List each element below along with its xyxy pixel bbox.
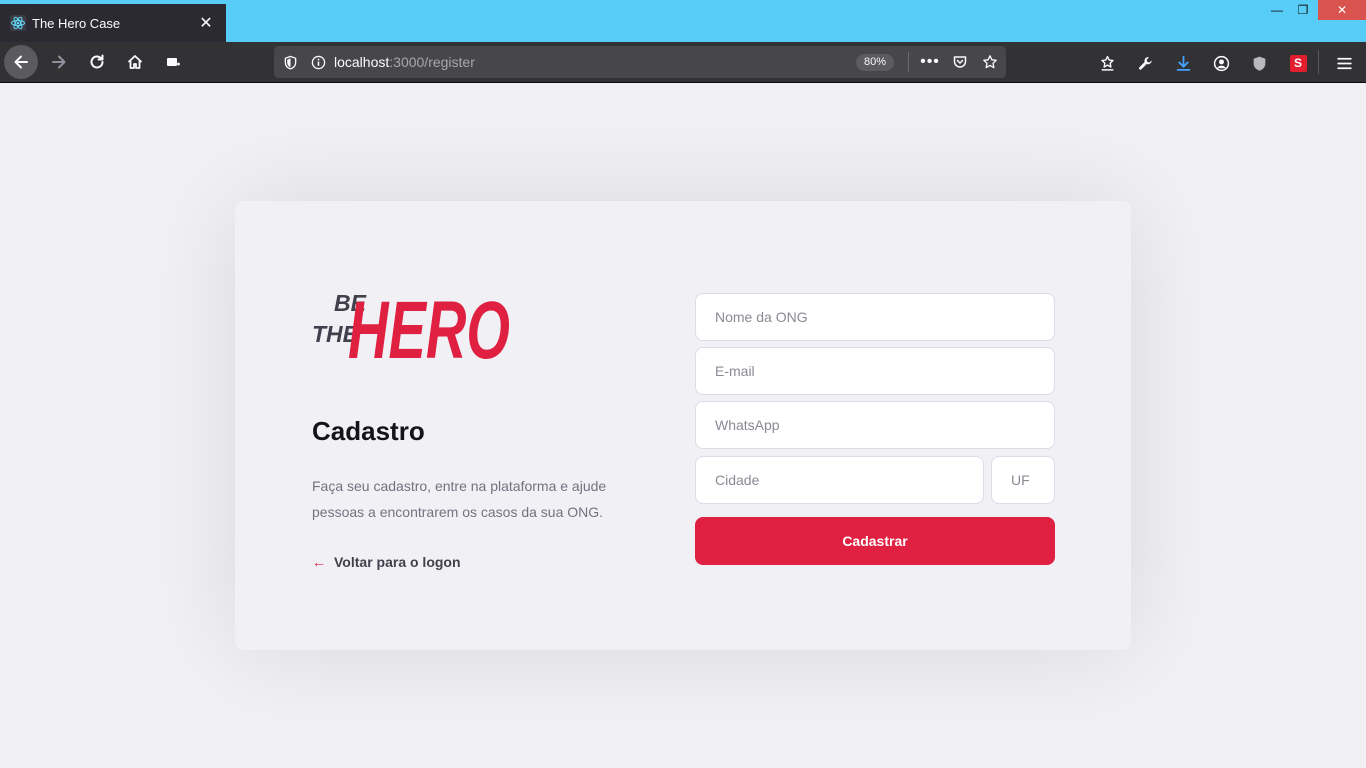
register-button[interactable]: Cadastrar bbox=[695, 517, 1055, 565]
register-card: BE THE HERO Cadastro Faça seu cadastro, … bbox=[235, 201, 1131, 650]
page-title: Cadastro bbox=[312, 416, 425, 446]
react-favicon-icon bbox=[10, 15, 26, 31]
account-icon[interactable] bbox=[1210, 52, 1232, 74]
logo-text-hero: HERO bbox=[348, 285, 510, 364]
uf-input[interactable] bbox=[991, 456, 1055, 504]
page-actions-icon[interactable]: ••• bbox=[919, 52, 941, 72]
tab-close-icon[interactable]: ✕ bbox=[196, 13, 216, 33]
forward-arrow-icon[interactable] bbox=[43, 46, 75, 78]
zoom-level-badge[interactable]: 80% bbox=[856, 54, 895, 71]
be-the-hero-logo: BE THE HERO bbox=[312, 276, 512, 376]
page-content: BE THE HERO Cadastro Faça seu cadastro, … bbox=[0, 83, 1366, 768]
address-bar[interactable]: localhost:3000/register 80% ••• bbox=[274, 46, 1006, 78]
browser-tab[interactable]: The Hero Case ✕ bbox=[0, 2, 226, 42]
reload-icon[interactable] bbox=[81, 46, 113, 78]
arrow-left-icon: ← bbox=[312, 554, 326, 570]
tab-title: The Hero Case bbox=[32, 15, 121, 31]
back-arrow-icon[interactable] bbox=[4, 45, 38, 79]
back-to-logon-link[interactable]: ← Voltar para o logon bbox=[312, 554, 461, 570]
window-titlebar: The Hero Case ✕ — ❐ ✕ bbox=[0, 0, 1366, 42]
s-extension-icon[interactable]: S bbox=[1287, 52, 1309, 74]
shield-extension-icon[interactable] bbox=[1248, 52, 1270, 74]
hamburger-menu-icon[interactable] bbox=[1333, 52, 1355, 74]
url-divider bbox=[908, 52, 909, 72]
bookmark-star-icon[interactable] bbox=[979, 52, 1001, 72]
page-description: Faça seu cadastro, entre na plataforma e… bbox=[312, 478, 607, 520]
back-link-label: Voltar para o logon bbox=[334, 554, 461, 570]
browser-navbar: localhost:3000/register 80% ••• S bbox=[0, 42, 1366, 83]
tracking-protection-icon[interactable] bbox=[280, 52, 300, 72]
close-window-icon[interactable]: ✕ bbox=[1318, 0, 1366, 20]
extension-icon[interactable] bbox=[157, 46, 189, 78]
url-text[interactable]: localhost:3000/register bbox=[334, 54, 475, 70]
pocket-icon[interactable] bbox=[949, 52, 971, 72]
download-icon[interactable] bbox=[1172, 52, 1194, 74]
email-input[interactable] bbox=[695, 347, 1055, 395]
city-input[interactable] bbox=[695, 456, 984, 504]
whatsapp-input[interactable] bbox=[695, 401, 1055, 449]
site-info-icon[interactable] bbox=[308, 52, 328, 72]
toolbar-divider bbox=[1318, 50, 1319, 74]
bookmarks-library-icon[interactable] bbox=[1096, 52, 1118, 74]
wrench-icon[interactable] bbox=[1134, 52, 1156, 74]
ong-name-input[interactable] bbox=[695, 293, 1055, 341]
home-icon[interactable] bbox=[119, 46, 151, 78]
